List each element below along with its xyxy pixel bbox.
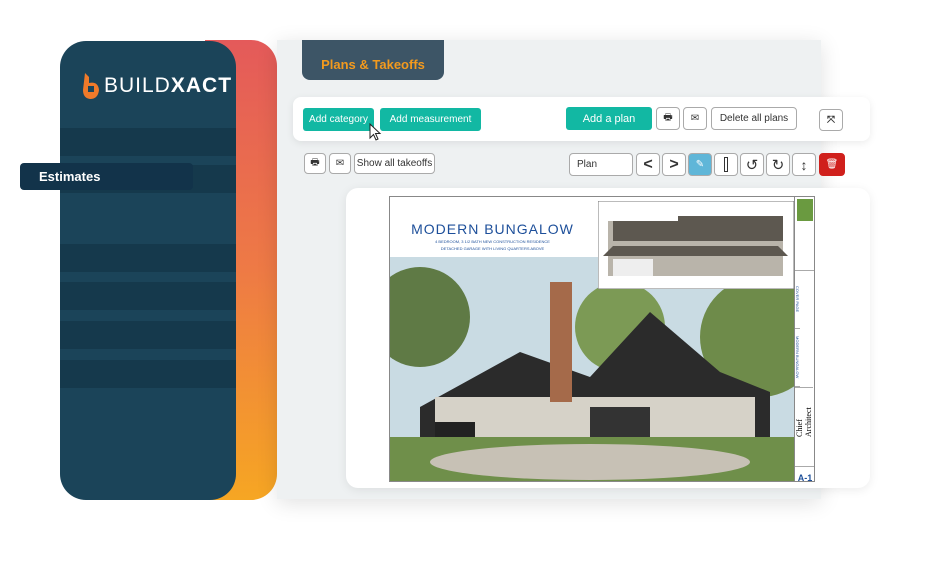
trash-icon: 🗑 [825,159,839,170]
rotate-ccw-icon: ↺ [745,156,759,174]
sidebar: BUILD XACT [60,41,236,500]
measure-button[interactable] [714,153,738,176]
sidebar-item[interactable] [60,360,236,388]
vertical-arrows-icon: ↕ [800,156,808,173]
print-takeoffs-button[interactable]: 🖶 [304,153,326,174]
print-button[interactable]: 🖶 [656,107,680,130]
delete-all-plans-button[interactable]: Delete all plans [711,107,797,130]
draw-button[interactable]: ✎ [688,153,712,176]
expand-icon: ⤧ [827,114,835,126]
sheet-name-label: MODERN BUNGALOW [795,329,800,387]
logo-text: BUILD [104,74,171,97]
sheet-title: MODERN BUNGALOW [411,221,574,237]
cursor-icon [369,123,382,141]
pencil-icon: ✎ [695,159,705,170]
rotate-cw-icon: ↻ [771,156,785,174]
chief-architect-logo: Chief Architect [795,387,813,437]
flip-vertical-button[interactable]: ↕ [792,153,816,176]
add-plan-button[interactable]: Add a plan [566,107,652,130]
plan-select[interactable]: Plan [569,153,633,176]
sheet-number: A-1 [797,473,813,482]
house-rendering [390,257,795,481]
add-measurement-button[interactable]: Add measurement [380,108,481,131]
rotate-right-button[interactable]: ↻ [766,153,790,176]
printer-icon: 🖶 [310,157,320,168]
email-takeoffs-button[interactable]: ✉ [329,153,351,174]
email-button[interactable]: ✉ [683,107,707,130]
logo: BUILD XACT [82,73,232,99]
next-button[interactable]: > [662,153,686,176]
sheet-subtitle: 4 BEDROOM, 3 1/2 BATH NEW CONSTRUCTION R… [435,239,550,244]
tab-plans-takeoffs[interactable]: Plans & Takeoffs [302,40,444,80]
fullscreen-button[interactable]: ⤧ [819,109,843,131]
printer-icon: 🖶 [663,112,673,123]
logo-icon [83,73,99,99]
elevation-drawing [598,201,794,289]
plan-sheet[interactable]: MODERN BUNGALOW 4 BEDROOM, 3 1/2 BATH NE… [389,196,815,482]
rotate-left-button[interactable]: ↺ [740,153,764,176]
cover-page-label: COVER PAGE [795,271,800,329]
delete-button[interactable]: 🗑 [819,153,845,176]
sidebar-item[interactable] [60,282,236,310]
show-all-takeoffs-button[interactable]: Show all takeoffs [354,153,435,174]
logo-text-bold: XACT [170,74,233,97]
envelope-icon: ✉ [335,158,345,169]
chevron-left-icon: < [643,155,653,173]
leaf-logo-icon [797,199,813,221]
ruler-icon [724,157,728,172]
sheet-subtitle: DETACHED GARAGE WITH LIVING QUARTERS ABO… [440,246,545,251]
add-category-button[interactable]: Add category [303,108,374,131]
sidebar-item-estimates[interactable]: Estimates [20,163,193,190]
title-block: COVER PAGE MODERN BUNGALOW Chief Archite… [794,197,814,482]
sidebar-item[interactable] [60,244,236,272]
envelope-icon: ✉ [690,113,700,124]
chevron-right-icon: > [669,155,679,173]
sidebar-item[interactable] [60,128,236,156]
previous-button[interactable]: < [636,153,660,176]
sidebar-item[interactable] [60,321,236,349]
